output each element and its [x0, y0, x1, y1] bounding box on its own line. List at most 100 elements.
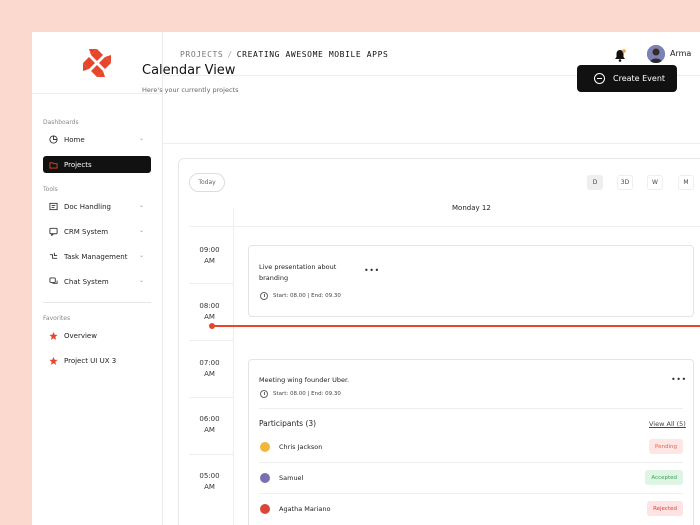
view-day-button[interactable]: D: [587, 175, 603, 190]
grid-line: [189, 226, 700, 227]
create-event-label: Create Event: [613, 74, 666, 83]
grid-line: [189, 340, 234, 341]
sidebar-item-label: Home: [64, 135, 85, 144]
more-options-icon[interactable]: •••: [364, 266, 380, 275]
card-divider: [259, 408, 683, 409]
breadcrumb: PROJECTS / CREATING AWESOME MOBILE APPS: [180, 50, 388, 59]
sidebar-item-projects[interactable]: Projects: [43, 156, 151, 173]
breadcrumb-root[interactable]: PROJECTS: [180, 50, 223, 59]
workflow-icon: [49, 252, 58, 261]
chat-bubble-icon: [49, 227, 58, 236]
view-label: M: [683, 179, 689, 186]
sidebar-item-label: CRM System: [64, 227, 109, 236]
time-period: AM: [204, 257, 215, 265]
event-time-range: Start: 08.00 | End: 09.30: [273, 391, 341, 397]
participant-name: Chris Jackson: [279, 443, 323, 451]
status-badge: Accepted: [645, 470, 683, 485]
star-icon: [49, 331, 58, 340]
time-hour: 06:00: [199, 415, 220, 423]
time-hour: 07:00: [199, 359, 220, 367]
status-badge: Rejected: [647, 501, 683, 516]
pie-chart-icon: [49, 135, 58, 144]
sidebar-item-label: Task Management: [64, 252, 128, 261]
user-avatar[interactable]: [647, 45, 665, 63]
avatar: [260, 504, 270, 514]
event-title: Live presentation about branding: [259, 262, 336, 284]
grid-line: [189, 397, 234, 398]
time-period: AM: [204, 370, 215, 378]
breadcrumb-separator: /: [227, 50, 233, 59]
sidebar-divider: [43, 302, 151, 303]
event-time-range: Start: 08.00 | End: 09.30: [273, 293, 341, 299]
current-time-line: [213, 325, 700, 327]
page-title: Calendar View: [142, 63, 236, 78]
chevron-down-icon: ⌄: [138, 277, 144, 284]
view-label: 3D: [620, 179, 630, 186]
time-period: AM: [204, 313, 215, 321]
time-slot-label: 08:00 AM: [197, 301, 222, 323]
avatar: [260, 473, 270, 483]
favorite-item-label: Project UI UX 3: [64, 356, 117, 365]
brand-logo-icon: [83, 48, 111, 77]
participant-row[interactable]: Agatha Mariano Rejected: [259, 493, 683, 524]
clock-icon: [260, 390, 268, 398]
view-label: W: [652, 179, 658, 186]
time-hour: 05:00: [199, 472, 220, 480]
sidebar-item-label: Projects: [64, 160, 92, 169]
notification-bell-icon[interactable]: [614, 47, 626, 62]
participant-name: Agatha Mariano: [279, 505, 331, 513]
favorite-item-project-ui-ux-3[interactable]: Project UI UX 3: [43, 352, 151, 369]
sidebar-item-label: Chat System: [64, 277, 109, 286]
chevron-down-icon: ⌄: [138, 135, 144, 142]
view-3day-button[interactable]: 3D: [617, 175, 633, 190]
participant-row[interactable]: Samuel Accepted: [259, 462, 683, 493]
participant-row[interactable]: Chris Jackson Pending: [259, 432, 683, 463]
section-label-favorites: Favorites: [43, 315, 71, 322]
view-all-link[interactable]: View All (5): [649, 420, 686, 428]
sidebar-item-crm-system[interactable]: CRM System ⌄: [43, 223, 151, 240]
star-icon: [49, 356, 58, 365]
time-slot-label: 06:00 AM: [197, 414, 222, 436]
time-hour: 09:00: [199, 246, 220, 254]
more-options-icon[interactable]: •••: [671, 375, 687, 384]
view-month-button[interactable]: M: [678, 175, 694, 190]
participants-title: Participants (3): [259, 419, 317, 428]
clock-icon: [260, 292, 268, 300]
page-subtitle: Here's your currently projects: [142, 86, 239, 94]
chevron-down-icon: ⌄: [138, 227, 144, 234]
chevron-down-icon: ⌄: [138, 202, 144, 209]
chevron-down-icon: ⌄: [138, 252, 144, 259]
view-week-button[interactable]: W: [647, 175, 663, 190]
grid-line: [189, 454, 234, 455]
status-badge: Pending: [649, 439, 683, 454]
create-event-button[interactable]: Create Event: [577, 65, 677, 92]
favorite-item-overview[interactable]: Overview: [43, 327, 151, 344]
sidebar-item-home[interactable]: Home ⌄: [43, 131, 151, 148]
event-title-line: branding: [259, 274, 289, 282]
time-column-divider: [233, 208, 234, 525]
sidebar-item-label: Doc Handling: [64, 202, 111, 211]
time-slot-label: 09:00 AM: [197, 245, 222, 267]
section-label-dashboards: Dashboards: [43, 119, 79, 126]
event-title-line: Live presentation about: [259, 263, 337, 271]
time-period: AM: [204, 426, 215, 434]
sidebar-item-doc-handling[interactable]: Doc Handling ⌄: [43, 198, 151, 215]
today-button[interactable]: Today: [189, 173, 225, 192]
document-icon: [49, 202, 58, 211]
section-label-tools: Tools: [43, 186, 58, 193]
user-name[interactable]: Arma: [670, 49, 691, 58]
day-header: Monday 12: [452, 204, 491, 212]
avatar: [260, 442, 270, 452]
today-label: Today: [198, 179, 216, 186]
view-label: D: [592, 179, 598, 186]
breadcrumb-current: CREATING AWESOME MOBILE APPS: [236, 50, 389, 59]
time-slot-label: 05:00 AM: [197, 471, 222, 493]
chat-icon: [49, 277, 58, 286]
minus-circle-icon: [594, 73, 605, 84]
participant-name: Samuel: [279, 474, 304, 482]
sidebar-item-chat-system[interactable]: Chat System ⌄: [43, 273, 151, 290]
time-hour: 08:00: [199, 302, 220, 310]
favorite-item-label: Overview: [64, 331, 97, 340]
sidebar-item-task-management[interactable]: Task Management ⌄: [43, 248, 151, 265]
event-title: Meeting wing founder Uber.: [259, 376, 350, 384]
